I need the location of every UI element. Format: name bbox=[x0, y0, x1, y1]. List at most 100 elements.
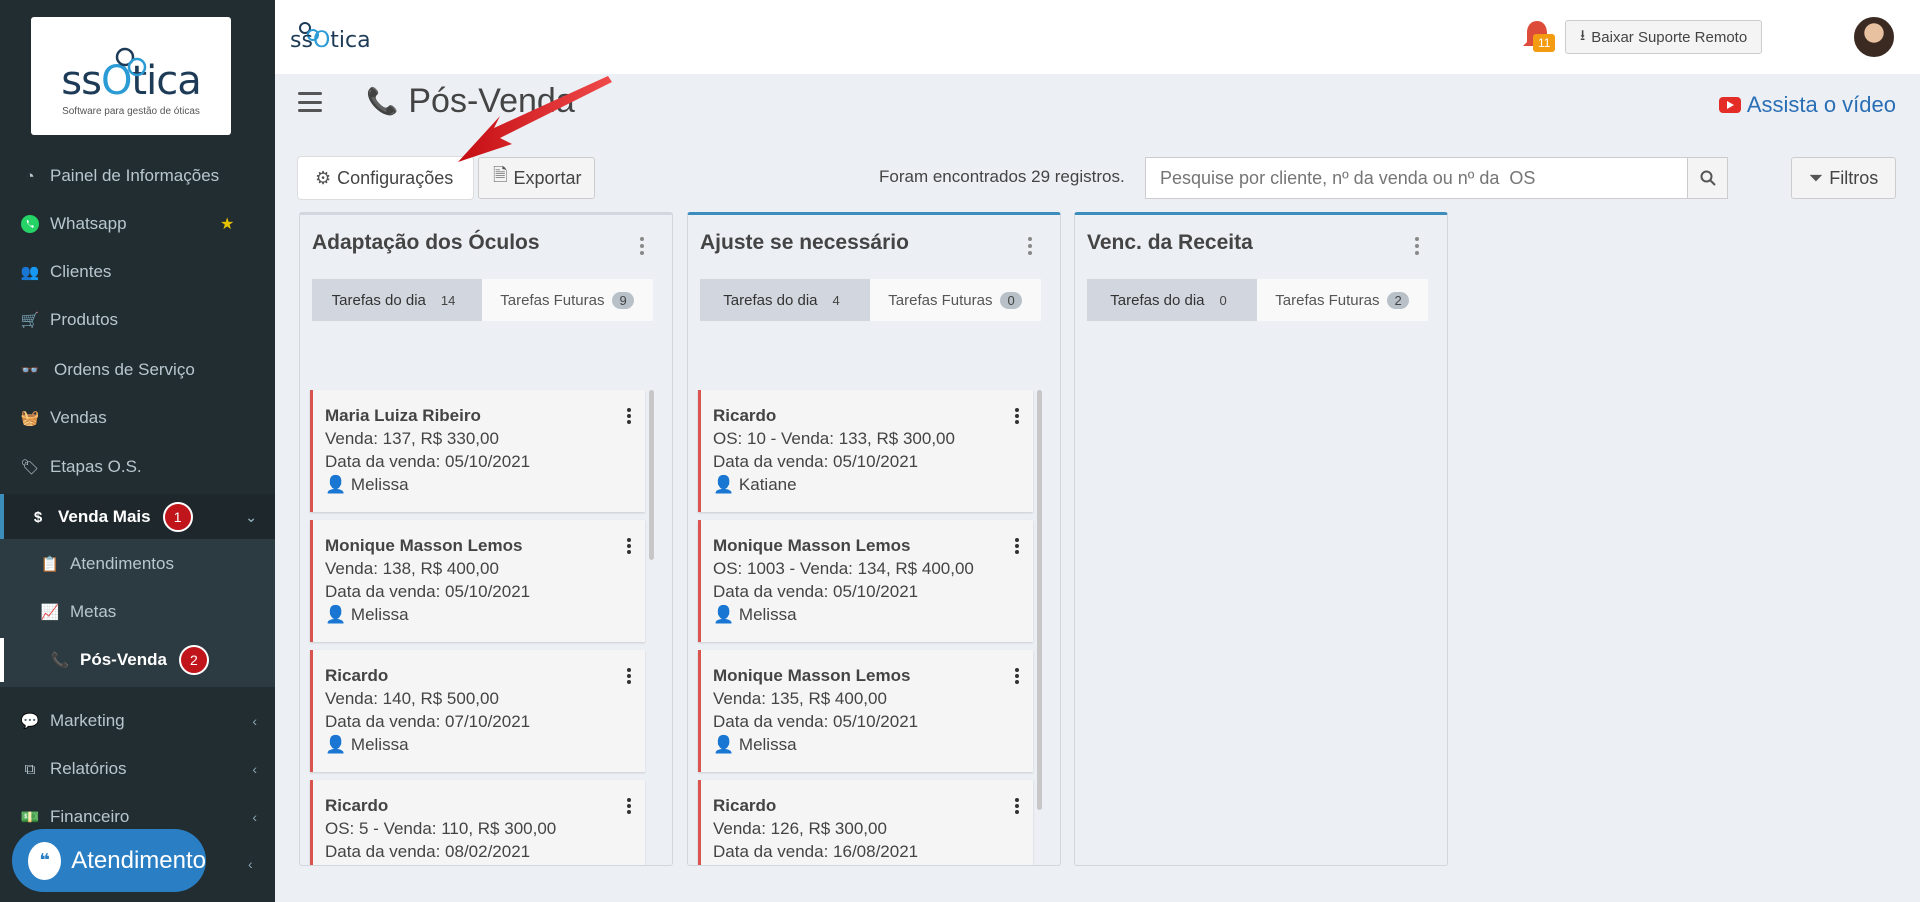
tab-label: Tarefas do dia bbox=[1110, 291, 1205, 309]
card-sale-info: OS: 1003 - Venda: 134, R$ 400,00 bbox=[713, 559, 974, 578]
logo-rings-icon bbox=[115, 47, 147, 77]
card-menu-icon[interactable] bbox=[627, 798, 631, 814]
sidebar-logo[interactable]: ssOtica Software para gestão de óticas bbox=[31, 17, 231, 135]
column-title: Ajuste se necessário bbox=[700, 231, 909, 254]
sidebar-item-marketing[interactable]: 💬 Marketing ‹ bbox=[0, 699, 275, 743]
chevron-left-icon[interactable]: ‹ bbox=[248, 856, 253, 872]
tab-count: 14 bbox=[440, 292, 456, 308]
sidebar-item-produtos[interactable]: 🛒 Produtos bbox=[0, 298, 275, 342]
task-card[interactable]: Monique Masson Lemos Venda: 138, R$ 400,… bbox=[310, 520, 645, 642]
line-chart-icon: 📈 bbox=[40, 604, 60, 621]
tab-tarefas-do-dia[interactable]: Tarefas do dia 0 bbox=[1087, 279, 1257, 321]
card-menu-icon[interactable] bbox=[1015, 798, 1019, 814]
configuracoes-label: Configurações bbox=[337, 167, 454, 188]
sidebar-item-metas[interactable]: 📈 Metas bbox=[0, 590, 275, 634]
tab-tarefas-futuras[interactable]: Tarefas Futuras 2 bbox=[1257, 279, 1427, 321]
card-client-name: Monique Masson Lemos bbox=[713, 536, 911, 555]
sidebar-item-label: Clientes bbox=[50, 262, 112, 281]
user-icon: 👤 bbox=[713, 605, 735, 624]
step-badge: 2 bbox=[178, 645, 209, 675]
card-menu-icon[interactable] bbox=[1015, 538, 1019, 554]
card-sale-info: OS: 10 - Venda: 133, R$ 300,00 bbox=[713, 429, 955, 448]
scrollbar[interactable] bbox=[1037, 390, 1042, 810]
sidebar-item-venda-mais[interactable]: $ Venda Mais 1 ⌄ bbox=[0, 494, 275, 540]
tab-label: Tarefas do dia bbox=[723, 291, 818, 309]
records-count: Foram encontrados 29 registros. bbox=[879, 167, 1125, 186]
tab-label: Tarefas Futuras bbox=[500, 291, 605, 309]
user-icon: 👤 bbox=[713, 735, 735, 754]
glasses-icon: 👓 bbox=[20, 362, 40, 379]
card-client-name: Ricardo bbox=[713, 796, 777, 815]
header-logo[interactable]: ssOtica bbox=[290, 28, 371, 53]
tab-tarefas-do-dia[interactable]: Tarefas do dia 4 bbox=[700, 279, 870, 321]
sidebar-item-clientes[interactable]: 👥 Clientes bbox=[0, 250, 275, 294]
tab-tarefas-do-dia[interactable]: Tarefas do dia 14 bbox=[312, 279, 482, 321]
menu-toggle-icon[interactable] bbox=[298, 92, 322, 112]
search-input[interactable] bbox=[1146, 158, 1687, 198]
gear-icon: ⚙ bbox=[315, 167, 332, 188]
sidebar-item-atendimentos[interactable]: 📋 Atendimentos bbox=[0, 542, 275, 586]
sidebar-item-label: Whatsapp bbox=[50, 214, 127, 233]
task-card[interactable]: Ricardo OS: 10 - Venda: 133, R$ 300,00 D… bbox=[698, 390, 1033, 512]
filtros-label: Filtros bbox=[1829, 167, 1879, 188]
task-card[interactable]: Ricardo Venda: 126, R$ 300,00 Data da ve… bbox=[698, 780, 1033, 865]
tab-label: Tarefas Futuras bbox=[888, 291, 993, 309]
sidebar-item-label: Painel de Informações bbox=[50, 166, 220, 185]
task-card[interactable]: Maria Luiza Ribeiro Venda: 137, R$ 330,0… bbox=[310, 390, 645, 512]
sidebar-item-ordens[interactable]: 👓 Ordens de Serviço bbox=[0, 348, 275, 392]
sidebar-item-etapas[interactable]: 🏷 Etapas O.S. bbox=[0, 445, 275, 489]
card-user: 👤 Melissa bbox=[713, 603, 1021, 626]
kanban-column: Adaptação dos Óculos Tarefas do dia 14 Ta… bbox=[299, 212, 673, 866]
user-icon: 👤 bbox=[325, 605, 347, 624]
exportar-label: Exportar bbox=[513, 167, 582, 188]
sidebar-item-vendas[interactable]: 🧺 Vendas bbox=[0, 396, 275, 440]
user-avatar[interactable] bbox=[1852, 15, 1896, 59]
whatsapp-icon bbox=[20, 214, 40, 234]
tab-tarefas-futuras[interactable]: Tarefas Futuras 9 bbox=[482, 279, 652, 321]
card-menu-icon[interactable] bbox=[627, 668, 631, 684]
chat-icon: ❝ bbox=[28, 841, 62, 880]
filter-icon: ⏷ bbox=[1808, 167, 1824, 188]
column-menu-icon[interactable] bbox=[1415, 237, 1419, 255]
card-sale-date: Data da venda: 08/02/2021 bbox=[325, 842, 531, 861]
dashboard-icon: ◔ bbox=[25, 167, 35, 185]
sidebar-item-whatsapp[interactable]: Whatsapp ★ bbox=[0, 202, 275, 246]
card-list: Ricardo OS: 10 - Venda: 133, R$ 300,00 D… bbox=[698, 390, 1033, 865]
card-user-name: Melissa bbox=[350, 735, 409, 754]
tab-tarefas-futuras[interactable]: Tarefas Futuras 0 bbox=[870, 279, 1040, 321]
card-menu-icon[interactable] bbox=[1015, 408, 1019, 424]
sidebar-item-pos-venda[interactable]: 📞 Pós-Venda 2 bbox=[0, 638, 275, 682]
scrollbar[interactable] bbox=[649, 390, 654, 560]
task-card[interactable]: Monique Masson Lemos Venda: 135, R$ 400,… bbox=[698, 650, 1033, 772]
card-menu-icon[interactable] bbox=[1015, 668, 1019, 684]
watch-video-label: Assista o vídeo bbox=[1746, 92, 1896, 117]
sidebar-item-label: Vendas bbox=[50, 408, 107, 427]
task-card[interactable]: Ricardo OS: 5 - Venda: 110, R$ 300,00 Da… bbox=[310, 780, 645, 865]
search-button[interactable] bbox=[1687, 158, 1727, 198]
sidebar-item-painel[interactable]: ◔ Painel de Informações bbox=[0, 154, 275, 198]
star-icon: ★ bbox=[220, 216, 235, 233]
watch-video-link[interactable]: Assista o vídeo bbox=[1718, 92, 1896, 118]
tab-label: Tarefas do dia bbox=[331, 291, 426, 309]
card-user-name: Melissa bbox=[738, 605, 797, 624]
atendimento-chat-button[interactable]: ❝ Atendimento bbox=[12, 829, 206, 892]
user-icon: 👤 bbox=[713, 475, 735, 494]
card-menu-icon[interactable] bbox=[627, 408, 631, 424]
search-icon bbox=[1700, 170, 1716, 186]
card-user: 👤 Melissa bbox=[325, 473, 633, 496]
download-support-button[interactable]: ⭳ Baixar Suporte Remoto bbox=[1565, 20, 1763, 54]
sidebar-item-relatorios[interactable]: ⧉ Relatórios ‹ bbox=[0, 747, 275, 791]
sidebar-item-label: Relatórios bbox=[50, 759, 127, 778]
notification-count-badge: 11 bbox=[1533, 34, 1556, 52]
task-card[interactable]: Monique Masson Lemos OS: 1003 - Venda: 1… bbox=[698, 520, 1033, 642]
card-client-name: Ricardo bbox=[325, 666, 389, 685]
tab-count: 0 bbox=[1000, 291, 1022, 309]
filtros-button[interactable]: ⏷ Filtros bbox=[1791, 157, 1896, 199]
column-menu-icon[interactable] bbox=[640, 237, 644, 255]
card-menu-icon[interactable] bbox=[627, 538, 631, 554]
column-tabs: Tarefas do dia 14 Tarefas Futuras 9 bbox=[312, 279, 653, 321]
column-menu-icon[interactable] bbox=[1028, 237, 1032, 255]
kanban-column: Ajuste se necessário Tarefas do dia 4 Tar… bbox=[687, 212, 1061, 866]
configuracoes-button[interactable]: ⚙ Configurações bbox=[298, 157, 473, 199]
task-card[interactable]: Ricardo Venda: 140, R$ 500,00 Data da ve… bbox=[310, 650, 645, 772]
